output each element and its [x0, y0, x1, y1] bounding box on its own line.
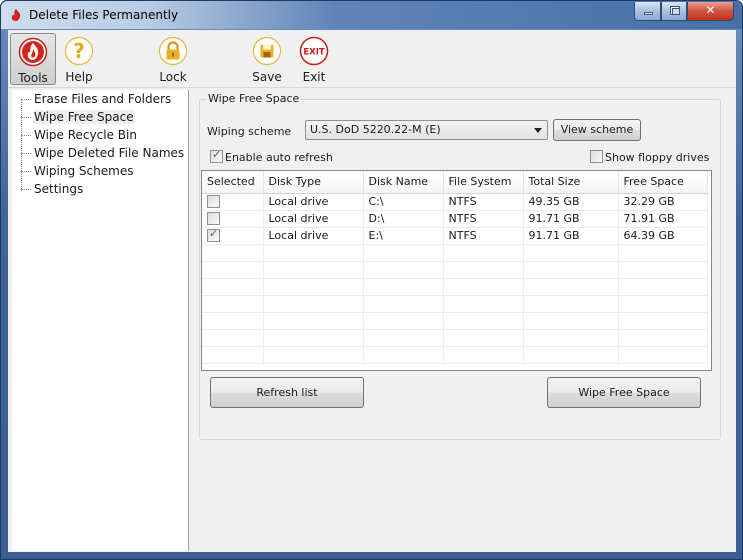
table-row[interactable]: Local drive C:\ NTFS 49.35 GB 32.29 GB — [202, 193, 708, 211]
empty-row — [202, 278, 708, 296]
wipe-free-space-button[interactable]: Wipe Free Space — [547, 377, 701, 408]
auto-refresh-checkbox[interactable] — [210, 148, 223, 163]
toolbar: Tools ? Help Lock Save EXIT Exit — [8, 30, 736, 88]
auto-refresh-label: Enable auto refresh — [225, 151, 333, 164]
window-title: Delete Files Permanently — [29, 8, 179, 22]
flame-icon — [18, 37, 48, 67]
save-button[interactable]: Save — [247, 33, 287, 85]
column-header-file-system[interactable]: File System — [443, 171, 524, 194]
empty-row — [202, 244, 708, 262]
help-button[interactable]: ? Help — [59, 33, 99, 85]
help-label: Help — [65, 70, 93, 84]
tree-item-wipe-recycle-bin[interactable]: Wipe Recycle Bin — [21, 127, 138, 144]
exit-button[interactable]: EXIT Exit — [294, 33, 334, 85]
refresh-list-button[interactable]: Refresh list — [210, 377, 364, 408]
maximize-icon — [670, 6, 680, 15]
tools-label: Tools — [18, 71, 48, 85]
minimize-icon — [644, 12, 653, 15]
table-header: Selected Disk Type Disk Name File System… — [202, 171, 708, 194]
svg-text:?: ? — [73, 39, 85, 63]
tools-button[interactable]: Tools — [10, 33, 56, 85]
cell-file-system: NTFS — [443, 227, 524, 245]
cell-disk-name: D:\ — [363, 210, 444, 228]
cell-free-space: 64.39 GB — [618, 227, 708, 245]
empty-row — [202, 261, 708, 279]
table-row[interactable]: Local drive D:\ NTFS 91.71 GB 71.91 GB — [202, 210, 708, 228]
floppy-disk-icon — [252, 36, 282, 66]
flame-app-icon — [11, 9, 21, 21]
exit-icon: EXIT — [299, 36, 329, 66]
column-header-disk-type[interactable]: Disk Type — [263, 171, 364, 194]
navigation-tree: Erase Files and Folders Wipe Free Space … — [12, 90, 189, 551]
maximize-button[interactable] — [661, 2, 687, 21]
view-scheme-button[interactable]: View scheme — [553, 119, 641, 141]
cell-free-space: 71.91 GB — [618, 210, 708, 228]
cell-total-size: 49.35 GB — [523, 193, 619, 211]
group-title: Wipe Free Space — [206, 92, 302, 105]
cell-disk-name: C:\ — [363, 193, 444, 211]
empty-row — [202, 312, 708, 330]
exit-label: Exit — [302, 70, 326, 84]
row-select-checkbox[interactable] — [207, 195, 220, 209]
empty-row — [202, 329, 708, 347]
cell-free-space: 32.29 GB — [618, 193, 708, 211]
cell-total-size: 91.71 GB — [523, 227, 619, 245]
row-select-checkbox[interactable] — [207, 212, 220, 226]
tree-item-wiping-schemes[interactable]: Wiping Schemes — [21, 163, 134, 180]
close-icon: ✕ — [705, 3, 716, 17]
show-floppy-label: Show floppy drives — [605, 151, 710, 164]
lock-button[interactable]: Lock — [153, 33, 193, 85]
lock-label: Lock — [159, 70, 187, 84]
cell-file-system: NTFS — [443, 193, 524, 211]
wiping-scheme-value: U.S. DoD 5220.22-M (E) — [310, 123, 441, 136]
column-header-selected[interactable]: Selected — [202, 171, 264, 194]
question-icon: ? — [64, 36, 94, 66]
drives-table: Selected Disk Type Disk Name File System… — [201, 170, 712, 371]
column-header-total-size[interactable]: Total Size — [523, 171, 619, 194]
cell-disk-name: E:\ — [363, 227, 444, 245]
wipe-free-space-group: Wipe Free Space Wiping scheme U.S. DoD 5… — [199, 92, 721, 440]
app-window: Delete Files Permanently ✕ Tools ? Help … — [0, 0, 743, 560]
tree-item-erase-files[interactable]: Erase Files and Folders — [21, 91, 172, 108]
cell-disk-type: Local drive — [263, 193, 364, 211]
cell-disk-type: Local drive — [263, 210, 364, 228]
column-header-free-space[interactable]: Free Space — [618, 171, 708, 194]
title-bar[interactable]: Delete Files Permanently ✕ — [1, 1, 742, 29]
client-area: Tools ? Help Lock Save EXIT Exit Erase F… — [8, 30, 736, 552]
cell-total-size: 91.71 GB — [523, 210, 619, 228]
row-select-checkbox[interactable] — [207, 227, 220, 243]
table-row[interactable]: Local drive E:\ NTFS 91.71 GB 64.39 GB — [202, 227, 708, 245]
tree-item-wipe-deleted-names[interactable]: Wipe Deleted File Names — [21, 145, 185, 162]
wiping-scheme-select[interactable]: U.S. DoD 5220.22-M (E) — [305, 120, 548, 140]
cell-file-system: NTFS — [443, 210, 524, 228]
empty-row — [202, 295, 708, 313]
save-label: Save — [252, 70, 282, 84]
close-button[interactable]: ✕ — [687, 2, 734, 21]
tree-item-settings[interactable]: Settings — [21, 181, 84, 198]
column-header-disk-name[interactable]: Disk Name — [363, 171, 444, 194]
svg-text:EXIT: EXIT — [303, 48, 325, 58]
wiping-scheme-label: Wiping scheme — [207, 125, 292, 138]
minimize-button[interactable] — [634, 2, 661, 21]
cell-disk-type: Local drive — [263, 227, 364, 245]
show-floppy-checkbox[interactable] — [590, 150, 603, 163]
tree-item-wipe-free-space[interactable]: Wipe Free Space — [21, 109, 135, 126]
lock-icon — [158, 36, 188, 66]
chevron-down-icon — [534, 128, 542, 133]
empty-row — [202, 346, 708, 364]
